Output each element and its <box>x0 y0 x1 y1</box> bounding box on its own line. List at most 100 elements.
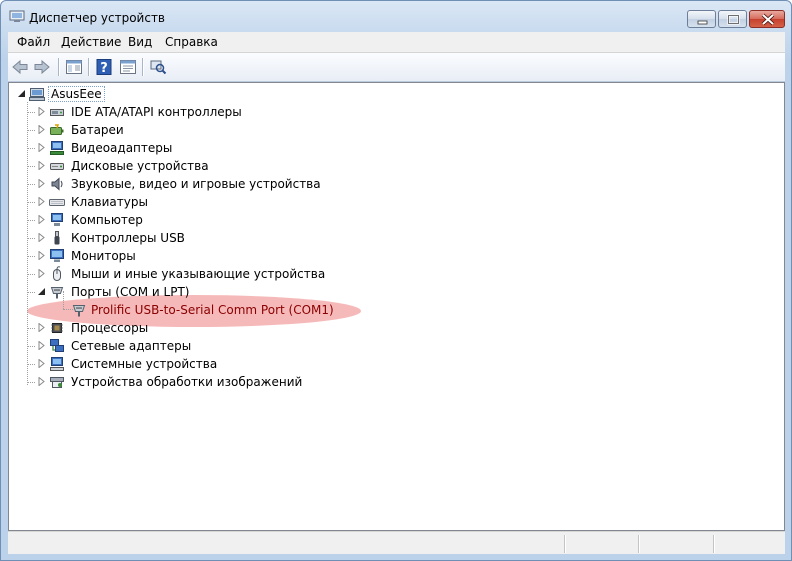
expand-arrow-icon[interactable] <box>37 359 46 368</box>
ide-controller-icon <box>50 109 64 116</box>
show-hide-console-tree-icon[interactable] <box>64 57 84 77</box>
minimize-button[interactable] <box>687 10 716 28</box>
device-tree[interactable]: AsusEee IDE ATA/ATAPI контроллеры Батареи… <box>8 82 785 531</box>
tree-connector <box>27 256 35 257</box>
expand-arrow-icon[interactable] <box>37 341 46 350</box>
expand-arrow-icon[interactable] <box>37 269 46 278</box>
tree-category-label: Мониторы <box>71 249 136 263</box>
expand-arrow-icon[interactable] <box>37 251 46 260</box>
tree-category-item[interactable]: Клавиатуры <box>9 193 784 211</box>
processor-icon <box>51 323 63 333</box>
tree-category-label: Системные устройства <box>71 357 218 371</box>
scan-hardware-icon[interactable] <box>148 57 168 77</box>
tree-category-label: Клавиатуры <box>71 195 148 209</box>
tree-root-label: AsusEee <box>48 86 105 102</box>
tree-category-label: Процессоры <box>71 321 149 335</box>
tree-category-item[interactable]: Компьютер <box>9 211 784 229</box>
expand-arrow-icon[interactable] <box>37 107 46 116</box>
tree-device-label: Prolific USB-to-Serial Comm Port (COM1) <box>91 303 334 317</box>
maximize-button[interactable] <box>718 10 747 28</box>
tree-root[interactable]: AsusEee <box>9 85 784 103</box>
tree-category-item[interactable]: Сетевые адаптеры <box>9 337 784 355</box>
collapse-arrow-icon[interactable] <box>37 287 46 296</box>
tree-connector <box>27 346 35 347</box>
expand-arrow-icon[interactable] <box>37 197 46 206</box>
tree-category-item[interactable]: Порты (COM и LPT) <box>9 283 784 301</box>
expand-arrow-icon[interactable] <box>37 125 46 134</box>
toolbar-separator <box>88 58 90 76</box>
forward-arrow-icon[interactable] <box>32 57 52 77</box>
network-adapter-icon <box>50 339 64 352</box>
expand-arrow-icon[interactable] <box>37 377 46 386</box>
tree-category-item[interactable]: Системные устройства <box>9 355 784 373</box>
mouse-icon <box>53 266 61 281</box>
close-icon <box>761 13 775 26</box>
toolbar-separator <box>142 58 144 76</box>
tree-connector <box>27 130 35 131</box>
tree-category-label: Звуковые, видео и игровые устройства <box>71 177 321 191</box>
expand-arrow-icon[interactable] <box>37 161 46 170</box>
tree-category-item[interactable]: Дисковые устройства <box>9 157 784 175</box>
display-adapter-icon <box>50 141 64 155</box>
tree-device-item[interactable]: Prolific USB-to-Serial Comm Port (COM1) <box>9 301 784 319</box>
expand-arrow-icon[interactable] <box>37 215 46 224</box>
port-icon <box>72 305 86 317</box>
expand-arrow-icon[interactable] <box>37 233 46 242</box>
imaging-device-icon <box>50 377 64 388</box>
computer-icon <box>29 88 45 101</box>
tree-category-label: Батареи <box>71 123 124 137</box>
system-device-icon <box>50 357 64 371</box>
tree-category-label: Сетевые адаптеры <box>71 339 192 353</box>
status-bar <box>8 531 785 554</box>
tree-connector <box>27 166 35 167</box>
tree-category-item[interactable]: Видеоадаптеры <box>9 139 784 157</box>
monitor-icon <box>50 249 64 262</box>
computer-icon <box>51 213 63 226</box>
collapse-arrow-icon[interactable] <box>17 89 26 98</box>
properties-icon[interactable] <box>118 57 138 77</box>
close-button[interactable] <box>749 10 785 28</box>
tree-connector <box>27 328 35 329</box>
menu-file[interactable]: Файл <box>17 35 50 49</box>
tree-connector <box>27 274 35 275</box>
tree-category-item[interactable]: Мониторы <box>9 247 784 265</box>
expand-arrow-icon[interactable] <box>37 323 46 332</box>
minimize-icon <box>697 20 708 25</box>
tree-category-item[interactable]: Мыши и иные указывающие устройства <box>9 265 784 283</box>
status-separator <box>638 535 640 553</box>
help-icon[interactable]: ? <box>94 57 114 77</box>
tree-category-label: Компьютер <box>71 213 143 227</box>
tree-connector <box>27 238 35 239</box>
port-icon <box>50 287 64 299</box>
tree-category-item[interactable]: Контроллеры USB <box>9 229 784 247</box>
status-separator <box>713 535 715 553</box>
tree-category-item[interactable]: Процессоры <box>9 319 784 337</box>
tree-connector <box>27 364 35 365</box>
toolbar-separator <box>58 58 60 76</box>
speaker-icon <box>51 177 63 191</box>
device-manager-window: Диспетчер устройств Файл Действие Вид Сп… <box>0 0 792 561</box>
tree-category-item[interactable]: Звуковые, видео и игровые устройства <box>9 175 784 193</box>
menu-help[interactable]: Справка <box>165 35 218 49</box>
menu-bar: Файл Действие Вид Справка <box>8 32 785 53</box>
menu-action[interactable]: Действие <box>61 35 121 49</box>
tree-connector <box>27 148 35 149</box>
battery-icon <box>50 124 64 135</box>
keyboard-icon <box>49 199 65 206</box>
tree-category-label: Контроллеры USB <box>71 231 185 245</box>
tree-category-item[interactable]: Устройства обработки изображений <box>9 373 784 391</box>
expand-arrow-icon[interactable] <box>37 179 46 188</box>
tree-connector <box>27 184 35 185</box>
window-title: Диспетчер устройств <box>29 11 166 25</box>
tree-connector <box>27 202 35 203</box>
expand-arrow-icon[interactable] <box>37 143 46 152</box>
disk-drive-icon <box>50 163 64 170</box>
tree-category-label: Мыши и иные указывающие устройства <box>71 267 326 281</box>
title-bar[interactable]: Диспетчер устройств <box>1 1 791 31</box>
tree-category-item[interactable]: Батареи <box>9 121 784 139</box>
tree-category-label: Порты (COM и LPT) <box>71 285 190 299</box>
tree-category-item[interactable]: IDE ATA/ATAPI контроллеры <box>9 103 784 121</box>
back-arrow-icon[interactable] <box>10 57 30 77</box>
menu-view[interactable]: Вид <box>128 35 152 49</box>
tree-category-label: Дисковые устройства <box>71 159 209 173</box>
